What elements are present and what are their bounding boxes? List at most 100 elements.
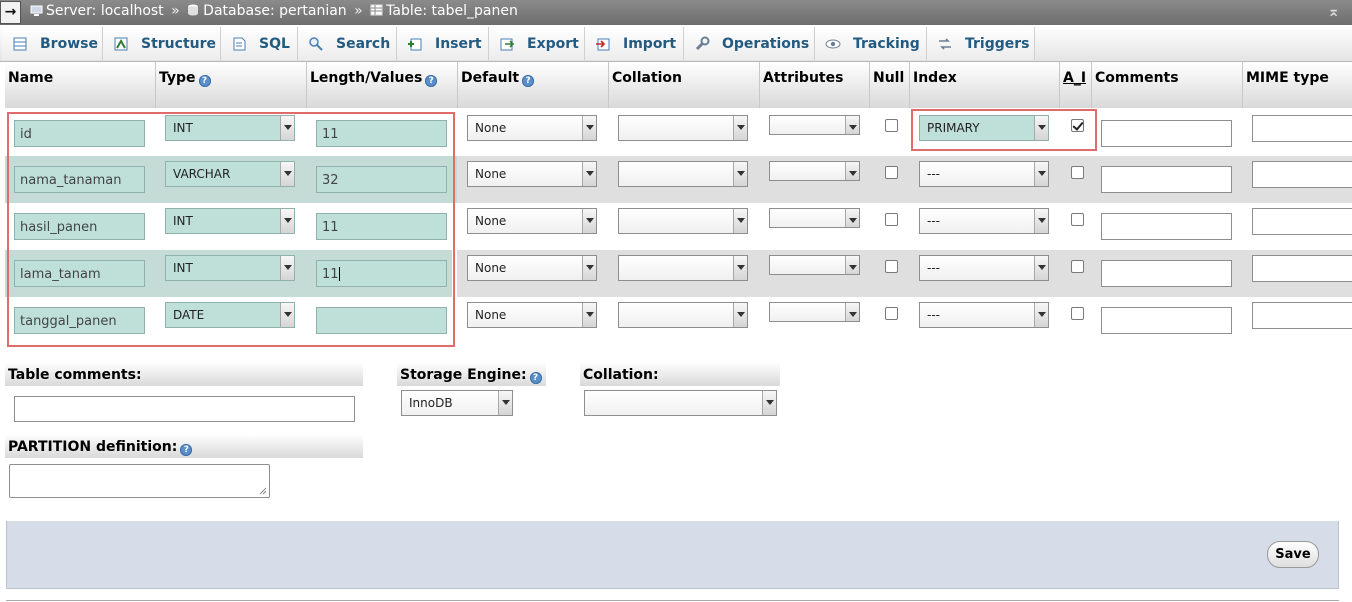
collapse-icon[interactable]: ⌅ [1327, 2, 1340, 20]
field-name-input[interactable]: nama_tanaman [14, 166, 145, 193]
column-header-index-label: Index [913, 70, 957, 86]
comments-input[interactable] [1101, 307, 1232, 334]
tab-sql[interactable]: SQL [221, 27, 298, 60]
storage-engine-select[interactable]: InnoDB [401, 390, 513, 416]
field-name-input[interactable]: lama_tanam [14, 260, 145, 287]
tab-browse[interactable]: Browse [2, 27, 103, 60]
chevron-down-icon [280, 256, 294, 280]
index-select[interactable]: --- [919, 302, 1049, 328]
collation-select[interactable] [618, 255, 748, 281]
help-icon[interactable]: ? [425, 75, 438, 87]
breadcrumb-server[interactable]: Server: localhost [30, 3, 168, 19]
default-select[interactable]: None [467, 208, 597, 234]
column-header-name: Name [5, 62, 156, 108]
type-select[interactable]: INT [165, 115, 295, 141]
breadcrumb-server-label: Server: localhost [46, 3, 164, 19]
help-icon[interactable]: ? [529, 372, 542, 384]
type-select[interactable]: INT [165, 255, 295, 281]
default-select[interactable]: None [467, 255, 597, 281]
type-select-value: INT [173, 121, 193, 135]
default-select[interactable]: None [467, 161, 597, 187]
mime-type-select[interactable] [1252, 255, 1352, 282]
tab-sql-label: SQL [259, 35, 290, 52]
chevron-down-icon [845, 303, 859, 321]
index-select[interactable]: --- [919, 161, 1049, 187]
null-checkbox[interactable] [885, 213, 898, 226]
help-icon[interactable]: ? [198, 75, 211, 87]
partition-label: PARTITION definition: [8, 439, 178, 455]
help-icon[interactable]: ? [522, 75, 535, 87]
tab-operations[interactable]: Operations [684, 27, 815, 60]
null-checkbox[interactable] [885, 307, 898, 320]
auto-increment-checkbox[interactable] [1071, 166, 1084, 179]
default-select[interactable]: None [467, 115, 597, 141]
type-select[interactable]: INT [165, 208, 295, 234]
field-name-input[interactable]: tanggal_panen [14, 307, 145, 334]
comments-input[interactable] [1101, 260, 1232, 287]
chevron-down-icon [1034, 303, 1048, 327]
attributes-select[interactable] [769, 115, 860, 135]
index-select[interactable]: --- [919, 208, 1049, 234]
field-name-input[interactable]: hasil_panen [14, 213, 145, 240]
mime-type-select[interactable] [1252, 302, 1352, 329]
index-select[interactable]: --- [919, 255, 1049, 281]
breadcrumb-table[interactable]: Table: tabel_panen [370, 3, 518, 19]
length-input[interactable] [316, 307, 447, 334]
export-icon [499, 36, 515, 52]
navigation-toggle-button[interactable]: → [0, 1, 21, 24]
collation-select[interactable] [618, 161, 748, 187]
tab-export[interactable]: Export [489, 27, 585, 60]
null-checkbox[interactable] [885, 166, 898, 179]
resize-handle-icon[interactable] [259, 487, 267, 495]
comments-input[interactable] [1101, 120, 1232, 147]
null-checkbox[interactable] [885, 260, 898, 273]
chevron-down-icon [1034, 256, 1048, 280]
type-select[interactable]: DATE [165, 302, 295, 328]
length-input[interactable]: 11 [316, 213, 447, 240]
attributes-select[interactable] [769, 302, 860, 322]
mime-type-select[interactable] [1252, 115, 1352, 142]
storage-engine-label: Storage Engine: [400, 367, 527, 383]
table-comments-input[interactable] [14, 396, 355, 422]
attributes-select[interactable] [769, 161, 860, 181]
chevron-down-icon [733, 209, 747, 233]
chevron-down-icon [733, 303, 747, 327]
breadcrumb-database[interactable]: Database: pertanian [187, 3, 351, 19]
null-checkbox[interactable] [885, 119, 898, 132]
tab-import[interactable]: Import [585, 27, 684, 60]
type-select[interactable]: VARCHAR [165, 161, 295, 187]
length-input[interactable]: 11 [316, 120, 447, 147]
length-input[interactable]: 32 [316, 166, 447, 193]
table-collation-label: Collation: [580, 362, 780, 386]
auto-increment-checkbox[interactable] [1071, 260, 1084, 273]
search-icon [308, 36, 324, 52]
auto-increment-checkbox[interactable] [1071, 119, 1084, 132]
default-select[interactable]: None [467, 302, 597, 328]
field-name-input[interactable]: id [14, 120, 145, 147]
table-collation-select[interactable] [584, 390, 777, 416]
collation-select[interactable] [618, 302, 748, 328]
comments-input[interactable] [1101, 213, 1232, 240]
length-input[interactable]: 11 [316, 260, 447, 287]
index-select-value: --- [927, 261, 940, 275]
tab-structure[interactable]: Structure [103, 27, 221, 60]
auto-increment-checkbox[interactable] [1071, 213, 1084, 226]
chevron-down-icon [733, 162, 747, 186]
comments-input[interactable] [1101, 166, 1232, 193]
mime-type-select[interactable] [1252, 208, 1352, 235]
save-button[interactable]: Save [1267, 541, 1319, 568]
attributes-select[interactable] [769, 255, 860, 275]
help-icon[interactable]: ? [180, 444, 193, 456]
tab-search[interactable]: Search [298, 27, 397, 60]
tab-tracking[interactable]: Tracking [815, 27, 927, 60]
attributes-select[interactable] [769, 208, 860, 228]
partition-textarea[interactable] [9, 464, 270, 498]
mime-type-select[interactable] [1252, 161, 1352, 188]
collation-select[interactable] [618, 208, 748, 234]
collation-select[interactable] [618, 115, 748, 141]
tab-insert[interactable]: Insert [397, 27, 489, 60]
index-select[interactable]: PRIMARY [919, 115, 1049, 141]
auto-increment-checkbox[interactable] [1071, 307, 1084, 320]
chevron-down-icon [280, 303, 294, 327]
tab-triggers[interactable]: Triggers [927, 27, 1035, 60]
